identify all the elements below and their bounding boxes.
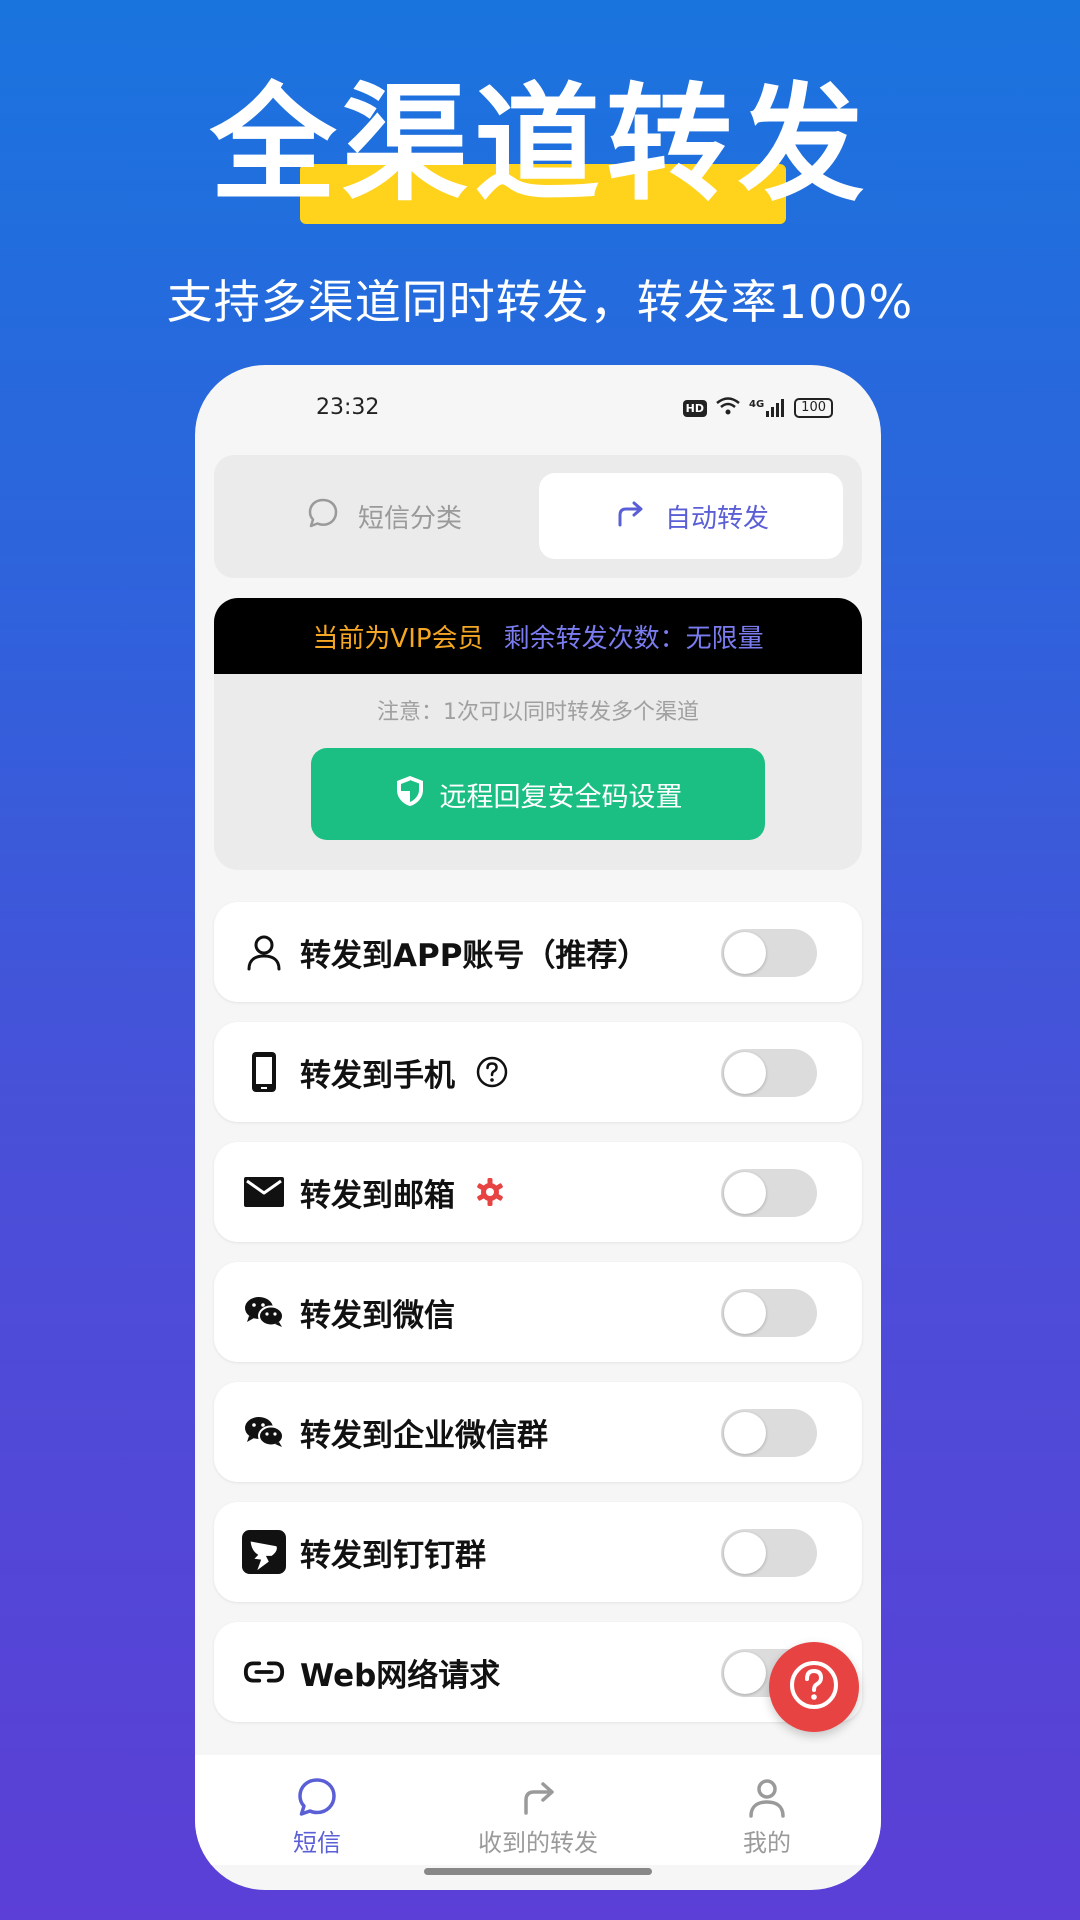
segment-control: 短信分类 自动转发 [214, 455, 862, 578]
channel-row-dingtalk[interactable]: 转发到钉钉群 [214, 1502, 862, 1602]
safe-code-settings-label: 远程回复安全码设置 [439, 781, 683, 813]
chat-bubble-icon [306, 496, 340, 537]
dingtalk-icon [242, 1530, 286, 1574]
vip-bar: 当前为VIP会员 剩余转发次数：无限量 [214, 598, 862, 674]
channel-list: 转发到APP账号（推荐） 转发到手机 转发到邮箱 转发到微信 转发到企业微信群 … [214, 902, 862, 1742]
help-fab[interactable] [769, 1642, 859, 1732]
tab-sms-label: 短信 [293, 1829, 341, 1857]
help-circle-icon [787, 1658, 841, 1716]
wechat-icon [242, 1410, 286, 1454]
tab-auto-forward-label: 自动转发 [664, 503, 769, 534]
wifi-icon [715, 396, 741, 420]
channel-label: 转发到企业微信群 [300, 1417, 548, 1454]
channel-row-phone[interactable]: 转发到手机 [214, 1022, 862, 1122]
channel-label: Web网络请求 [300, 1657, 501, 1694]
shield-icon [394, 774, 426, 815]
forward-arrow-icon [613, 496, 647, 537]
vip-status: 当前为VIP会员 [312, 623, 484, 654]
tab-sms-category[interactable]: 短信分类 [232, 473, 536, 559]
help-circle-icon[interactable] [475, 1055, 509, 1089]
tab-auto-forward[interactable]: 自动转发 [539, 473, 843, 559]
toggle-switch[interactable] [721, 1529, 817, 1577]
channel-label: 转发到APP账号（推荐） [300, 937, 649, 974]
status-icons: HD 4G 100 [682, 396, 833, 420]
channel-row-app[interactable]: 转发到APP账号（推荐） [214, 902, 862, 1002]
channel-label: 转发到钉钉群 [300, 1537, 486, 1574]
channel-label: 转发到邮箱 [300, 1177, 455, 1214]
banner-headline: 全渠道转发 [0, 70, 1080, 230]
person-icon [242, 930, 286, 974]
battery-icon: 100 [794, 398, 833, 418]
home-indicator [424, 1868, 652, 1875]
phone-icon [242, 1050, 286, 1094]
tab-sms[interactable]: 短信 [217, 1775, 417, 1858]
channel-row-web[interactable]: Web网络请求 [214, 1622, 862, 1722]
remaining-count: 剩余转发次数：无限量 [503, 623, 764, 654]
chat-bubble-icon [217, 1775, 417, 1819]
channel-row-wecom[interactable]: 转发到企业微信群 [214, 1382, 862, 1482]
status-time: 23:32 [316, 395, 380, 420]
mail-icon [242, 1170, 286, 1214]
toggle-switch[interactable] [721, 1049, 817, 1097]
wechat-icon [242, 1290, 286, 1334]
link-icon [242, 1650, 286, 1694]
person-icon [667, 1775, 867, 1819]
hd-icon: HD [682, 399, 707, 417]
banner-subtitle: 支持多渠道同时转发，转发率100% [166, 275, 914, 329]
signal-icon: 4G [749, 399, 786, 417]
channel-label: 转发到手机 [300, 1057, 455, 1094]
notice-text: 注意：1次可以同时转发多个渠道 [377, 700, 699, 725]
banner-title: 全渠道转发 [210, 71, 870, 218]
safe-code-settings-button[interactable]: 远程回复安全码设置 [311, 748, 765, 840]
toggle-switch[interactable] [721, 1409, 817, 1457]
toggle-switch[interactable] [721, 1169, 817, 1217]
tab-received-forwards[interactable]: 收到的转发 [438, 1775, 638, 1858]
status-bar: 23:32 HD 4G 100 [195, 365, 881, 450]
toggle-switch[interactable] [721, 929, 817, 977]
tab-me-label: 我的 [743, 1829, 791, 1857]
gear-icon[interactable] [475, 1177, 505, 1207]
toggle-switch[interactable] [721, 1289, 817, 1337]
bottom-tab-bar: 短信 收到的转发 我的 [195, 1755, 881, 1865]
tab-received-forwards-label: 收到的转发 [478, 1829, 598, 1857]
channel-row-email[interactable]: 转发到邮箱 [214, 1142, 862, 1242]
tab-sms-category-label: 短信分类 [357, 503, 462, 534]
tab-me[interactable]: 我的 [667, 1775, 867, 1858]
channel-row-wechat[interactable]: 转发到微信 [214, 1262, 862, 1362]
phone-screen: 23:32 HD 4G 100 短信分类 自动转发 当前为VIP会员 剩余转发次… [195, 365, 881, 1890]
forward-arrow-icon [438, 1775, 638, 1819]
vip-card: 当前为VIP会员 剩余转发次数：无限量 注意：1次可以同时转发多个渠道 远程回复… [214, 598, 862, 870]
channel-label: 转发到微信 [300, 1297, 455, 1334]
